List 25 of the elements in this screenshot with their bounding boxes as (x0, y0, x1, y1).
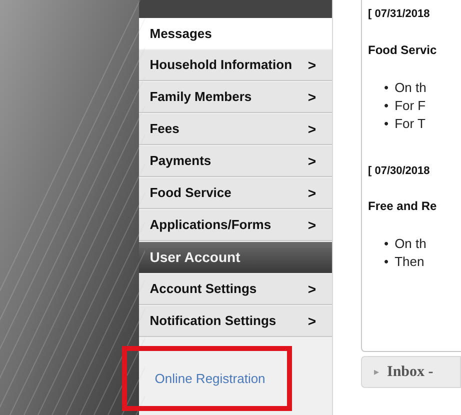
message-text: On th (394, 78, 426, 96)
menu-item[interactable]: Applications/Forms > (138, 210, 332, 241)
menu-item[interactable]: Payments > (138, 146, 332, 177)
bullet-icon: • (384, 78, 389, 96)
menu-item[interactable]: Notification Settings > (138, 306, 332, 337)
message-text: For F (394, 96, 426, 114)
menu-item[interactable]: Food Service > (138, 178, 332, 209)
menu-item[interactable]: Household Information > (138, 50, 332, 81)
bullet-icon: • (384, 114, 389, 132)
menu-item[interactable]: Fees > (138, 114, 332, 145)
menu-item[interactable]: Messages (138, 18, 332, 49)
message-date: [ 07/30/2018 (368, 164, 431, 178)
menu-item[interactable]: Family Members > (138, 82, 332, 113)
message-title: Food Servic (368, 42, 438, 58)
bullet-icon: • (384, 235, 389, 253)
bullet-icon: • (384, 96, 389, 114)
menu-item[interactable]: Account Settings > (138, 274, 332, 305)
message-date: [ 07/31/2018 (368, 7, 431, 22)
inbox-tab[interactable]: ▸ Inbox - (361, 356, 461, 388)
message-text: Then (394, 253, 424, 271)
message-text: On th (394, 235, 426, 253)
message-text: For T (394, 114, 426, 132)
section-header: User Account (138, 242, 332, 273)
bullet-icon: • (384, 253, 389, 271)
message-title: Free and Re (368, 198, 438, 215)
